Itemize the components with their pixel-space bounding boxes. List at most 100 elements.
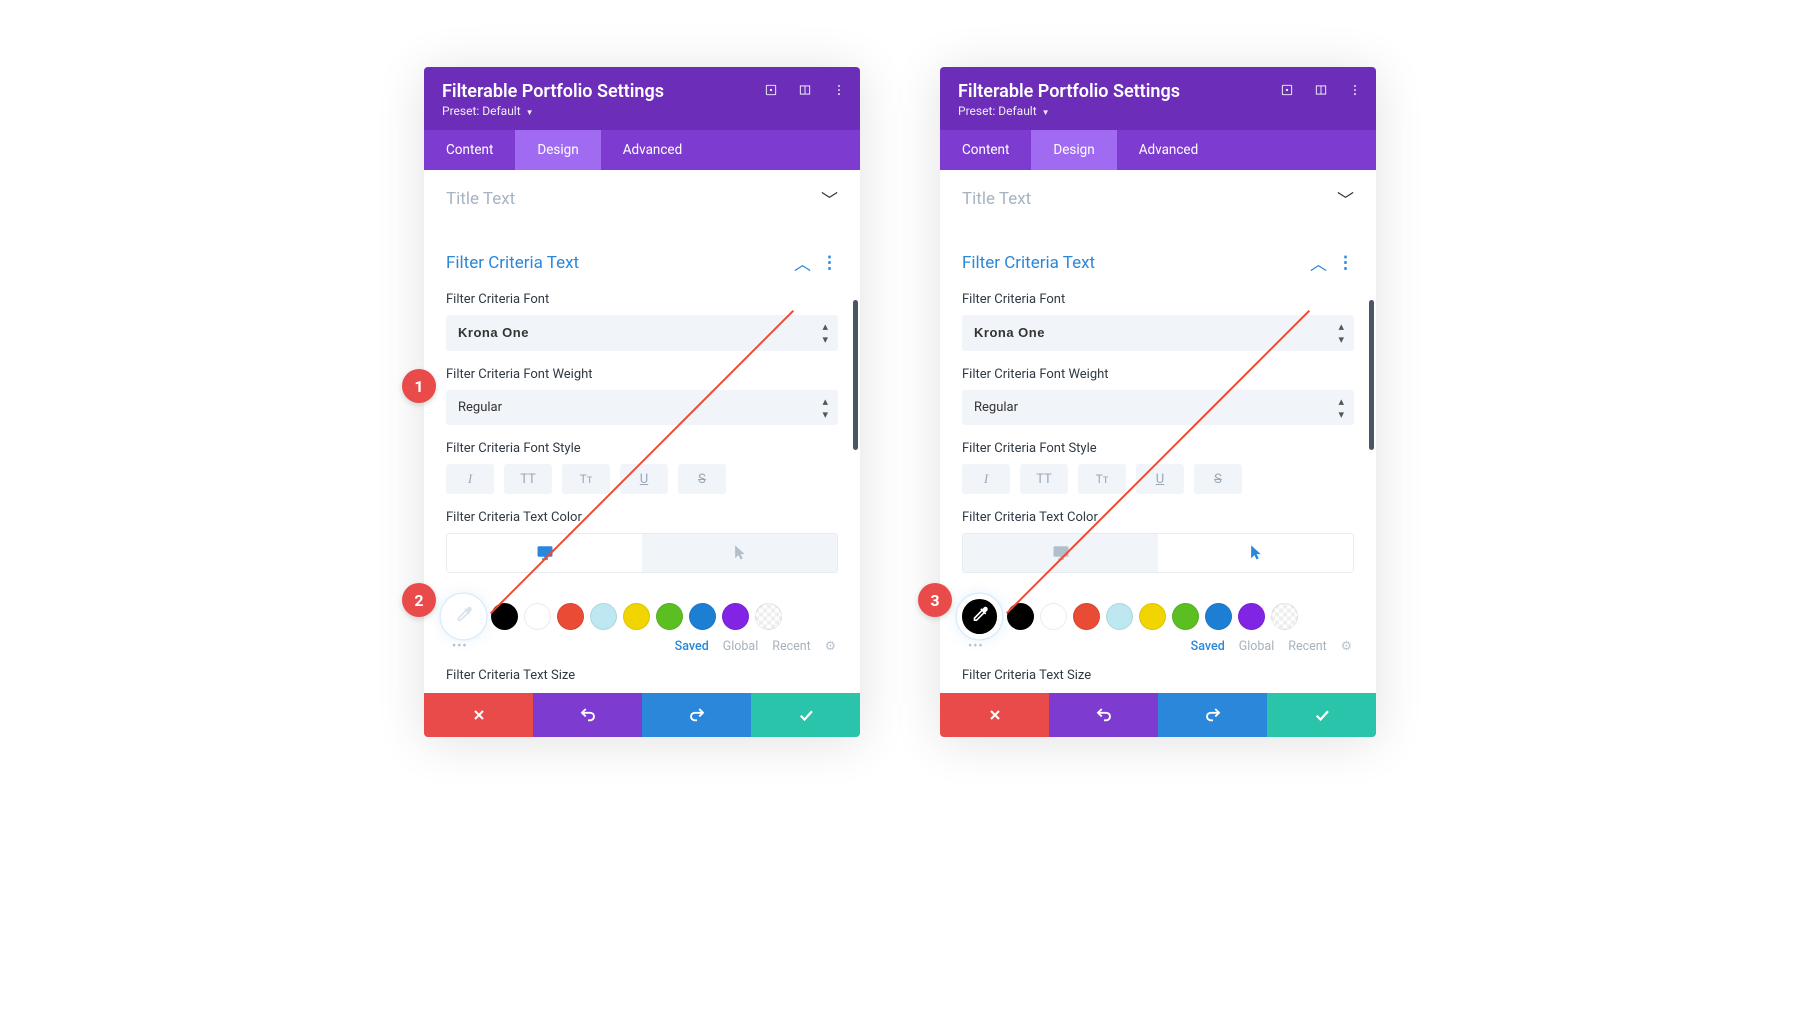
size-label: Filter Criteria Text Size bbox=[940, 668, 1376, 693]
swatch-white[interactable] bbox=[524, 603, 551, 630]
swatch-tab-saved[interactable]: Saved bbox=[675, 639, 709, 654]
annotation-badge-2: 2 bbox=[402, 583, 436, 617]
section-filter-criteria[interactable]: Filter Criteria Text ︿⋮ bbox=[940, 228, 1376, 292]
style-label: Filter Criteria Font Style bbox=[446, 441, 838, 456]
tabs: Content Design Advanced bbox=[940, 130, 1376, 170]
swatch-tab-saved[interactable]: Saved bbox=[1191, 639, 1225, 654]
mode-hover-tab[interactable] bbox=[1158, 534, 1353, 572]
cancel-button[interactable] bbox=[940, 693, 1049, 737]
weight-label: Filter Criteria Font Weight bbox=[962, 367, 1354, 382]
more-swatches-icon[interactable]: ••• bbox=[968, 639, 984, 654]
font-select[interactable]: Krona One▴▾ bbox=[962, 315, 1354, 351]
tab-advanced[interactable]: Advanced bbox=[1117, 130, 1221, 170]
swatch-red[interactable] bbox=[557, 603, 584, 630]
panel-header: Filterable Portfolio Settings Preset: De… bbox=[940, 67, 1376, 130]
columns-icon[interactable] bbox=[1314, 83, 1328, 97]
swatch-purple[interactable] bbox=[722, 603, 749, 630]
swatch-yellow[interactable] bbox=[623, 603, 650, 630]
save-button[interactable] bbox=[751, 693, 860, 737]
swatch-white[interactable] bbox=[1040, 603, 1067, 630]
swatch-red[interactable] bbox=[1073, 603, 1100, 630]
panel-body: Title Text﹀ Filter Criteria Text ︿⋮ Filt… bbox=[940, 170, 1376, 693]
mode-hover-tab[interactable] bbox=[642, 534, 837, 572]
settings-panel-right: 3 Filterable Portfolio Settings Preset: … bbox=[940, 67, 1376, 737]
swatch-lightblue[interactable] bbox=[590, 603, 617, 630]
section-options-icon[interactable]: ⋮ bbox=[821, 253, 838, 273]
swatch-blue[interactable] bbox=[689, 603, 716, 630]
mode-desktop-tab[interactable] bbox=[447, 534, 642, 572]
style-strike-button[interactable]: S bbox=[1194, 464, 1242, 494]
scan-icon[interactable] bbox=[1280, 83, 1294, 97]
swatch-transparent[interactable] bbox=[1271, 603, 1298, 630]
swatch-yellow[interactable] bbox=[1139, 603, 1166, 630]
color-swatches bbox=[940, 589, 1376, 632]
style-underline-button[interactable]: U bbox=[620, 464, 668, 494]
section-filter-criteria[interactable]: Filter Criteria Text ︿⋮ bbox=[424, 228, 860, 292]
color-picker-swatch[interactable] bbox=[962, 599, 997, 634]
style-uppercase-button[interactable]: TT bbox=[504, 464, 552, 494]
panel-body: Title Text﹀ Filter Criteria Text ︿⋮ Filt… bbox=[424, 170, 860, 693]
style-italic-button[interactable]: I bbox=[962, 464, 1010, 494]
tabs: Content Design Advanced bbox=[424, 130, 860, 170]
style-smallcaps-button[interactable]: Tᴛ bbox=[1078, 464, 1126, 494]
color-mode-tabs bbox=[446, 533, 838, 573]
color-label: Filter Criteria Text Color bbox=[962, 510, 1354, 525]
font-label: Filter Criteria Font bbox=[446, 292, 838, 307]
weight-select[interactable]: Regular▴▾ bbox=[446, 390, 838, 425]
weight-select[interactable]: Regular▴▾ bbox=[962, 390, 1354, 425]
scrollbar-icon[interactable] bbox=[1369, 300, 1374, 450]
footer-actions bbox=[424, 693, 860, 737]
annotation-badge-1: 1 bbox=[402, 369, 436, 403]
tab-content[interactable]: Content bbox=[424, 130, 515, 170]
preset-label[interactable]: Preset: Default ▼ bbox=[958, 104, 1358, 118]
style-strike-button[interactable]: S bbox=[678, 464, 726, 494]
save-button[interactable] bbox=[1267, 693, 1376, 737]
tab-advanced[interactable]: Advanced bbox=[601, 130, 705, 170]
scan-icon[interactable] bbox=[764, 83, 778, 97]
scrollbar-icon[interactable] bbox=[853, 300, 858, 450]
mode-desktop-tab[interactable] bbox=[963, 534, 1158, 572]
cancel-button[interactable] bbox=[424, 693, 533, 737]
color-label: Filter Criteria Text Color bbox=[446, 510, 838, 525]
undo-button[interactable] bbox=[1049, 693, 1158, 737]
columns-icon[interactable] bbox=[798, 83, 812, 97]
section-title-text[interactable]: Title Text﹀ bbox=[424, 170, 860, 228]
settings-panel-left: 12 Filterable Portfolio Settings Preset:… bbox=[424, 67, 860, 737]
swatch-green[interactable] bbox=[1172, 603, 1199, 630]
size-label: Filter Criteria Text Size bbox=[424, 668, 860, 693]
swatch-transparent[interactable] bbox=[755, 603, 782, 630]
swatch-tab-recent[interactable]: Recent bbox=[1288, 639, 1327, 654]
swatch-tab-recent[interactable]: Recent bbox=[772, 639, 811, 654]
tab-design[interactable]: Design bbox=[1031, 130, 1116, 170]
swatch-green[interactable] bbox=[656, 603, 683, 630]
style-uppercase-button[interactable]: TT bbox=[1020, 464, 1068, 494]
swatch-purple[interactable] bbox=[1238, 603, 1265, 630]
swatch-blue[interactable] bbox=[1205, 603, 1232, 630]
undo-button[interactable] bbox=[533, 693, 642, 737]
style-underline-button[interactable]: U bbox=[1136, 464, 1184, 494]
swatch-tab-global[interactable]: Global bbox=[723, 639, 759, 654]
section-title-text[interactable]: Title Text﹀ bbox=[940, 170, 1376, 228]
swatch-tab-global[interactable]: Global bbox=[1239, 639, 1275, 654]
kebab-icon[interactable] bbox=[832, 83, 846, 97]
swatch-lightblue[interactable] bbox=[1106, 603, 1133, 630]
gear-icon[interactable]: ⚙ bbox=[1341, 638, 1352, 654]
style-label: Filter Criteria Font Style bbox=[962, 441, 1354, 456]
color-picker-swatch[interactable] bbox=[446, 599, 481, 634]
panel-header: Filterable Portfolio Settings Preset: De… bbox=[424, 67, 860, 130]
gear-icon[interactable]: ⚙ bbox=[825, 638, 836, 654]
more-swatches-icon[interactable]: ••• bbox=[452, 639, 468, 654]
redo-button[interactable] bbox=[1158, 693, 1267, 737]
font-select[interactable]: Krona One▴▾ bbox=[446, 315, 838, 351]
style-smallcaps-button[interactable]: Tᴛ bbox=[562, 464, 610, 494]
color-swatches bbox=[424, 589, 860, 632]
preset-label[interactable]: Preset: Default ▼ bbox=[442, 104, 842, 118]
redo-button[interactable] bbox=[642, 693, 751, 737]
tab-content[interactable]: Content bbox=[940, 130, 1031, 170]
annotation-badge-3: 3 bbox=[918, 583, 952, 617]
font-label: Filter Criteria Font bbox=[962, 292, 1354, 307]
section-options-icon[interactable]: ⋮ bbox=[1337, 253, 1354, 273]
style-italic-button[interactable]: I bbox=[446, 464, 494, 494]
tab-design[interactable]: Design bbox=[515, 130, 600, 170]
kebab-icon[interactable] bbox=[1348, 83, 1362, 97]
